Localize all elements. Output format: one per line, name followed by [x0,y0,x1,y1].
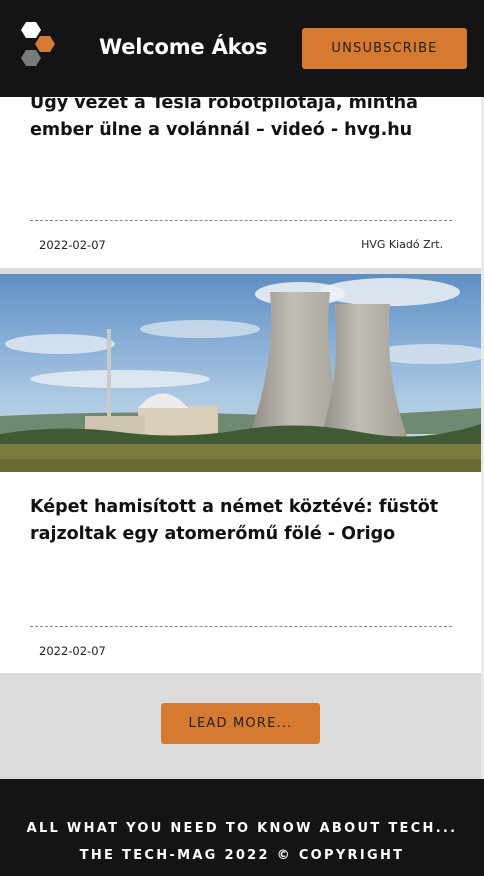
hexagon-cluster-logo-icon[interactable] [14,22,62,70]
article-image[interactable] [0,274,481,472]
welcome-title: Welcome Ákos [99,35,268,59]
unsubscribe-button[interactable]: UNSUBSCRIBE [302,28,467,69]
divider [30,626,452,627]
article-date: 2022-02-07 [39,644,106,658]
footer-tagline: ALL WHAT YOU NEED TO KNOW ABOUT TECH... [26,821,458,836]
article-card[interactable]: Képet hamisított a német köztévé: füstöt… [0,274,481,673]
article-title[interactable]: Képet hamisított a német köztévé: füstöt… [30,494,450,548]
footer-copyright: THE TECH-MAG 2022 © COPYRIGHT [79,848,405,863]
load-more-button[interactable]: LEAD MORE... [161,703,320,744]
article-source: HVG Kiadó Zrt. [361,238,443,251]
article-date: 2022-02-07 [39,238,106,252]
article-feed[interactable]: Úgy vezet a Tesla robotpilótája, mintha … [0,0,484,876]
load-more-section: LEAD MORE... [0,673,481,779]
article-title[interactable]: Úgy vezet a Tesla robotpilótája, mintha … [30,90,450,144]
footer: ALL WHAT YOU NEED TO KNOW ABOUT TECH... … [0,779,484,876]
divider [30,220,452,221]
app-header: Welcome Ákos UNSUBSCRIBE [0,0,484,97]
